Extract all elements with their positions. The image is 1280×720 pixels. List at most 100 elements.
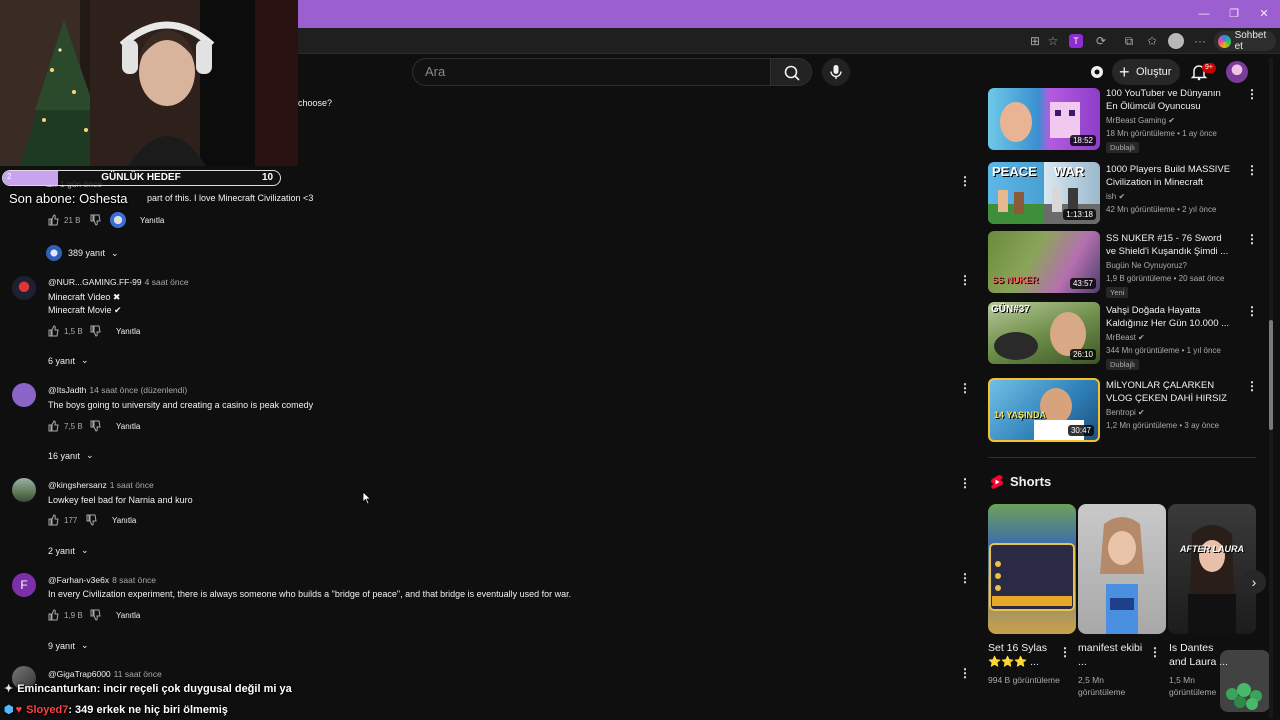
search-button[interactable]	[770, 58, 812, 86]
chat-user: Sloyed7	[26, 704, 69, 716]
close-icon[interactable]: ✕	[1256, 6, 1272, 22]
favorite-star-icon[interactable]: ☆	[1045, 33, 1061, 49]
comment-header: @ItsJadth 14 saat önce (düzenlendi)	[48, 385, 187, 395]
video-menu-icon[interactable]: ⋮	[1246, 163, 1258, 177]
dislike-icon[interactable]	[90, 325, 102, 337]
comment-author[interactable]: @GigaTrap6000	[48, 669, 111, 679]
reply-button[interactable]: Yanıtla	[116, 611, 140, 620]
reply-button[interactable]: Yanıtla	[112, 516, 136, 525]
page-scrollbar-thumb[interactable]	[1269, 320, 1273, 430]
comment-menu-icon[interactable]: ⋮	[959, 174, 971, 188]
verified-icon: ✔	[1138, 333, 1145, 342]
comment-header: @Farhan-v3e6x 8 saat önce	[48, 575, 156, 585]
comment-author[interactable]: @Farhan-v3e6x	[48, 575, 109, 585]
verified-icon: ✔	[1138, 408, 1145, 417]
shorts-next-button[interactable]: ›	[1242, 570, 1266, 594]
extension-icon[interactable]: T	[1069, 34, 1083, 48]
comment-time: 14 saat önce (düzenlendi)	[89, 385, 188, 395]
user-avatar[interactable]	[1226, 61, 1248, 83]
video-thumbnail[interactable]: 18:52	[988, 88, 1100, 150]
reply-button[interactable]: Yanıtla	[116, 327, 140, 336]
video-title[interactable]: SS NUKER #15 - 76 Sword ve Shield'i Kuşa…	[1106, 232, 1234, 258]
short-title[interactable]: Set 16 Sylas ⭐⭐⭐ ...	[988, 641, 1062, 669]
video-title[interactable]: 1000 Players Build MASSIVE Civilization …	[1106, 163, 1234, 189]
comment-author[interactable]: @kingshersanz	[48, 480, 107, 490]
reply-button[interactable]: Yanıtla	[116, 422, 140, 431]
avatar[interactable]: F	[12, 573, 36, 597]
replies-toggle[interactable]: 9 yanıt ⌄	[48, 640, 89, 651]
dislike-icon[interactable]	[90, 609, 102, 621]
video-thumbnail[interactable]: GÜN#37 26:10	[988, 302, 1100, 364]
video-meta: 42 Mn görüntüleme • 2 yıl önce	[1106, 205, 1217, 214]
video-channel[interactable]: MrBeast Gaming ✔	[1106, 116, 1175, 125]
video-menu-icon[interactable]: ⋮	[1246, 232, 1258, 246]
comment-text: part of this. I love Minecraft Civilizat…	[147, 193, 314, 203]
comment-author[interactable]: @NUR...GAMING.FF-99	[48, 277, 142, 287]
short-thumbnail[interactable]	[988, 504, 1076, 634]
video-thumbnail[interactable]: PEACE WAR 1:13:18	[988, 162, 1100, 224]
like-icon[interactable]	[48, 420, 60, 432]
like-icon[interactable]	[48, 214, 60, 226]
avatar[interactable]	[12, 478, 36, 502]
like-icon[interactable]	[48, 609, 60, 621]
short-menu-icon[interactable]: ⋮	[1059, 645, 1071, 659]
restore-icon[interactable]: ❐	[1226, 6, 1242, 22]
dislike-icon[interactable]	[86, 514, 98, 526]
comment-menu-icon[interactable]: ⋮	[959, 273, 971, 287]
reply-button[interactable]: Yanıtla	[140, 216, 164, 225]
refresh-extension-icon[interactable]: ⟳	[1093, 33, 1109, 49]
video-menu-icon[interactable]: ⋮	[1246, 87, 1258, 101]
voice-search-button[interactable]	[822, 58, 850, 86]
short-thumbnail[interactable]	[1078, 504, 1166, 634]
replies-toggle[interactable]: 16 yanıt ⌄	[48, 450, 94, 461]
avatar[interactable]	[12, 383, 36, 407]
video-duration: 18:52	[1069, 135, 1096, 146]
replies-toggle[interactable]: 2 yanıt ⌄	[48, 545, 89, 556]
thumbnail-text: 14 YAŞINDA	[994, 410, 1047, 420]
comment-menu-icon[interactable]: ⋮	[959, 381, 971, 395]
video-channel[interactable]: MrBeast ✔	[1106, 333, 1145, 342]
profile-icon[interactable]	[1168, 33, 1184, 49]
comment-menu-icon[interactable]: ⋮	[959, 666, 971, 680]
video-thumbnail[interactable]: SS NUKER 43:57	[988, 231, 1100, 293]
short-menu-icon[interactable]: ⋮	[1149, 645, 1161, 659]
comment-menu-icon[interactable]: ⋮	[959, 476, 971, 490]
replies-toggle[interactable]: 6 yanıt ⌄	[48, 355, 89, 366]
video-title[interactable]: Vahşi Doğada Hayatta Kaldığınız Her Gün …	[1106, 304, 1234, 330]
split-tab-icon[interactable]: ⧉	[1121, 33, 1137, 49]
like-icon[interactable]	[48, 325, 60, 337]
comment-author[interactable]: @ItsJadth	[48, 385, 86, 395]
webcam-overlay	[0, 0, 298, 166]
video-menu-icon[interactable]: ⋮	[1246, 379, 1258, 393]
more-menu-icon[interactable]: ···	[1192, 33, 1208, 49]
short-title[interactable]: manifest ekibi ...	[1078, 641, 1152, 669]
video-channel[interactable]: Bugün Ne Oynuyoruz?	[1106, 261, 1187, 270]
video-title[interactable]: 100 YouTuber ve Dünyanın En Ölümcül Oyun…	[1106, 87, 1234, 113]
split-screen-icon[interactable]: ⊞	[1027, 33, 1043, 49]
video-title[interactable]: MİLYONLAR ÇALARKEN VLOG ÇEKEN DAHİ HIRSI…	[1106, 379, 1234, 405]
dislike-icon[interactable]	[90, 420, 102, 432]
copilot-chat-button[interactable]: Sohbet et	[1214, 30, 1276, 52]
avatar[interactable]	[12, 276, 36, 300]
replies-count: 2 yanıt	[48, 545, 76, 556]
video-menu-icon[interactable]: ⋮	[1246, 304, 1258, 318]
like-icon[interactable]	[48, 514, 60, 526]
section-divider	[988, 457, 1256, 458]
search-input[interactable]: Ara	[412, 58, 770, 86]
comment-menu-icon[interactable]: ⋮	[959, 571, 971, 585]
tools-icon[interactable]	[1089, 64, 1105, 80]
video-thumbnail[interactable]: 14 YAŞINDA 30:47	[988, 378, 1100, 442]
short-thumbnail[interactable]: AFTER LAURA	[1168, 504, 1256, 634]
video-channel[interactable]: Bentropi ✔	[1106, 408, 1145, 417]
comment-time: 1 saat önce	[109, 480, 154, 490]
dislike-icon[interactable]	[90, 214, 102, 226]
comment-text-line: In every Civilization experiment, there …	[48, 589, 572, 599]
collections-icon[interactable]: ✩	[1144, 33, 1160, 49]
replies-toggle[interactable]: 389 yanıt ⌄	[46, 245, 119, 261]
video-meta: 18 Mn görüntüleme • 1 ay önce	[1106, 129, 1217, 138]
thumbnail-text: SS NUKER	[992, 275, 1039, 285]
verified-icon: ✔	[1168, 116, 1175, 125]
video-channel[interactable]: ish ✔	[1106, 192, 1125, 201]
chat-user: Emincanturkan	[17, 683, 97, 695]
minimize-icon[interactable]: —	[1196, 6, 1212, 22]
